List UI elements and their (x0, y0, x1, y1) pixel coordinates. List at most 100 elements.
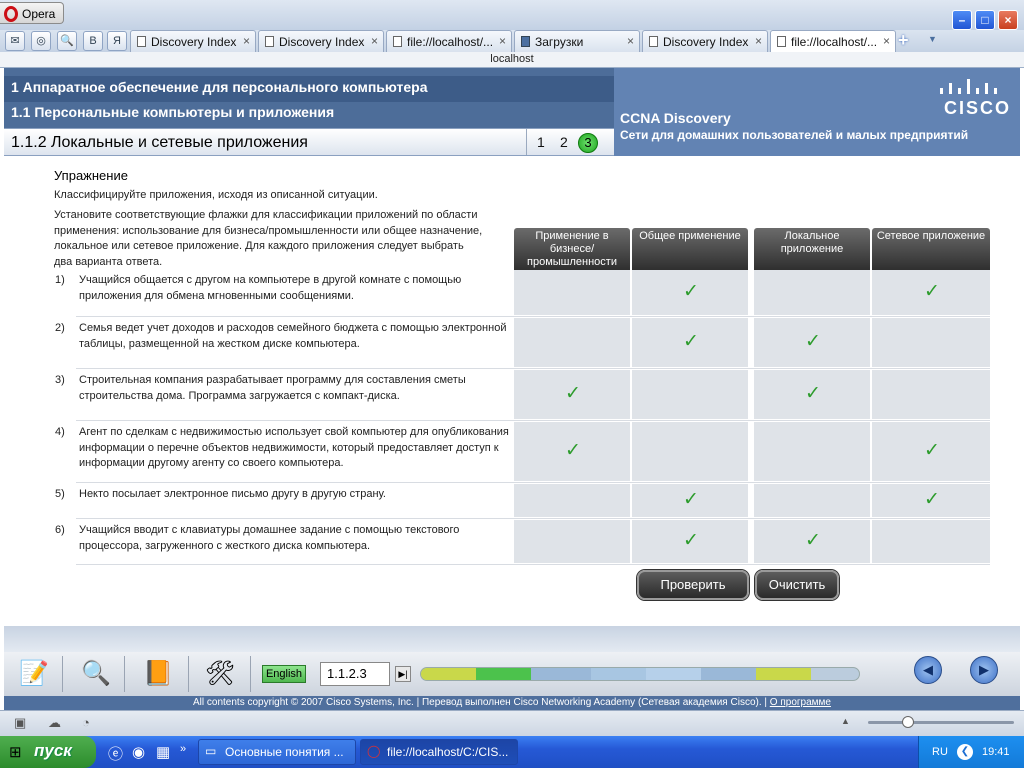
row-divider (76, 316, 990, 317)
answer-checkbox-cell[interactable]: ✓ (872, 270, 990, 315)
glossary-book-icon[interactable]: 📙 (136, 658, 180, 692)
answer-checkbox-cell[interactable] (514, 484, 630, 517)
about-link[interactable]: О программе (770, 697, 831, 708)
tab-close-icon[interactable]: × (243, 34, 250, 48)
answer-checkbox-cell[interactable] (514, 520, 630, 563)
exercise-instruction-detail: Установите соответствующие флажки для кл… (54, 209, 483, 268)
new-tab-button[interactable]: + (898, 30, 909, 51)
zoom-menu-icon[interactable]: ▲ (841, 716, 850, 726)
tab-close-icon[interactable]: × (371, 34, 378, 48)
taskbar-item-label: Основные понятия ... (225, 745, 344, 759)
tab-discovery-index-1[interactable]: Discovery Index × (130, 30, 256, 52)
search-icon[interactable]: 🔍 (74, 658, 118, 692)
answer-checkbox-cell[interactable] (754, 270, 870, 315)
input-language-indicator[interactable]: RU (932, 746, 948, 758)
tab-file-localhost-1[interactable]: file://localhost/... × (386, 30, 512, 52)
search-icon[interactable]: 🔍 (57, 31, 77, 51)
answer-checkbox-cell[interactable]: ✓ (632, 484, 748, 517)
toolbar-divider (124, 656, 125, 692)
yandex-icon[interactable]: Я (107, 31, 127, 51)
checkmark-icon: ✓ (805, 530, 821, 551)
tab-downloads[interactable]: Загрузки × (514, 30, 640, 52)
opera-unite-icon[interactable]: ◎ (31, 31, 51, 51)
progress-segment (421, 668, 476, 680)
answer-checkbox-cell[interactable]: ✓ (514, 422, 630, 481)
row-divider (76, 420, 990, 421)
program-title: CCNA Discovery (620, 110, 731, 126)
maximize-button[interactable]: □ (975, 10, 995, 30)
tab-label: Discovery Index (279, 35, 365, 49)
row-divider (76, 482, 990, 483)
row-number: 6) (55, 524, 65, 536)
next-page-button[interactable]: ▶ (970, 656, 998, 684)
page-title: 1.1.2 Локальные и сетевые приложения (11, 134, 308, 151)
answer-checkbox-cell[interactable]: ✓ (514, 370, 630, 419)
previous-page-button[interactable]: ◀ (914, 656, 942, 684)
taskbar-item-explorer[interactable]: ▭ Основные понятия ... (198, 739, 356, 765)
page-number-field[interactable]: 1.1.2.3 (320, 662, 390, 686)
page-link-1[interactable]: 1 (537, 134, 545, 150)
taskbar-item-label: file://localhost/C:/CIS... (387, 745, 509, 759)
taskbar-item-opera[interactable]: ◯ file://localhost/C:/CIS... (360, 739, 518, 765)
answer-checkbox-cell[interactable]: ✓ (632, 520, 748, 563)
vk-icon[interactable]: B (83, 31, 103, 51)
tab-discovery-index-3[interactable]: Discovery Index × (642, 30, 768, 52)
answer-checkbox-cell[interactable] (754, 422, 870, 481)
language-button[interactable]: English (262, 665, 306, 683)
speed-dial-icon[interactable]: ◔ (82, 715, 90, 730)
content-footer-band (4, 626, 1020, 652)
minimize-button[interactable]: – (952, 10, 972, 30)
answer-checkbox-cell[interactable] (632, 370, 748, 419)
notes-icon[interactable]: 📝 (12, 658, 56, 692)
page-link-3-current[interactable]: 3 (578, 133, 598, 153)
progress-segment (531, 668, 591, 680)
close-window-button[interactable]: × (998, 10, 1018, 30)
answer-checkbox-cell[interactable]: ✓ (872, 422, 990, 481)
tab-close-icon[interactable]: × (499, 34, 506, 48)
tab-file-localhost-active[interactable]: file://localhost/... × (770, 30, 896, 52)
tab-discovery-index-2[interactable]: Discovery Index × (258, 30, 384, 52)
answer-checkbox-cell[interactable] (632, 422, 748, 481)
answer-checkbox-cell[interactable] (514, 270, 630, 315)
tab-close-icon[interactable]: × (755, 34, 762, 48)
answer-checkbox-cell[interactable]: ✓ (754, 370, 870, 419)
go-to-page-icon[interactable]: ▶| (395, 666, 411, 682)
row-divider (76, 368, 990, 369)
clock: 19:41 (982, 746, 1010, 758)
progress-segment (476, 668, 531, 680)
progress-segment (701, 668, 756, 680)
answer-checkbox-cell[interactable] (754, 484, 870, 517)
unite-cloud-icon[interactable]: ☁ (48, 715, 61, 731)
answer-checkbox-cell[interactable] (872, 370, 990, 419)
clear-button[interactable]: Очистить (755, 570, 839, 600)
opera-menu-button[interactable]: Opera (0, 2, 64, 24)
checkmark-icon: ✓ (805, 383, 821, 404)
answer-checkbox-cell[interactable]: ✓ (754, 318, 870, 367)
tab-close-icon[interactable]: × (883, 34, 890, 48)
panel-toggle-icon[interactable]: ▣ (14, 715, 26, 731)
tab-close-icon[interactable]: × (627, 34, 634, 48)
tab-list-chevron-icon[interactable]: ▼ (928, 34, 937, 44)
toolbar-divider (188, 656, 189, 692)
page-icon (777, 36, 786, 47)
answer-checkbox-cell[interactable]: ✓ (754, 520, 870, 563)
quick-launch-more-icon[interactable]: » (180, 743, 186, 755)
progress-segment (756, 668, 811, 680)
check-button[interactable]: Проверить (637, 570, 749, 600)
zoom-slider-thumb[interactable] (902, 716, 914, 728)
page-icon (649, 36, 658, 47)
answer-checkbox-cell[interactable]: ✓ (632, 318, 748, 367)
answer-checkbox-cell[interactable] (872, 520, 990, 563)
media-icon[interactable]: ▦ (156, 743, 170, 761)
answer-checkbox-cell[interactable] (872, 318, 990, 367)
answer-checkbox-cell[interactable]: ✓ (872, 484, 990, 517)
tray-arrow-icon[interactable]: ❮ (957, 744, 973, 760)
zoom-slider[interactable] (868, 721, 1014, 724)
mail-icon[interactable]: ✉ (5, 31, 25, 51)
chrome-icon[interactable]: ◉ (132, 743, 145, 761)
tools-icon[interactable]: 🛠 (198, 658, 242, 692)
ie-icon[interactable]: ⓔ (108, 743, 123, 764)
answer-checkbox-cell[interactable] (514, 318, 630, 367)
answer-checkbox-cell[interactable]: ✓ (632, 270, 748, 315)
page-link-2[interactable]: 2 (560, 134, 568, 150)
